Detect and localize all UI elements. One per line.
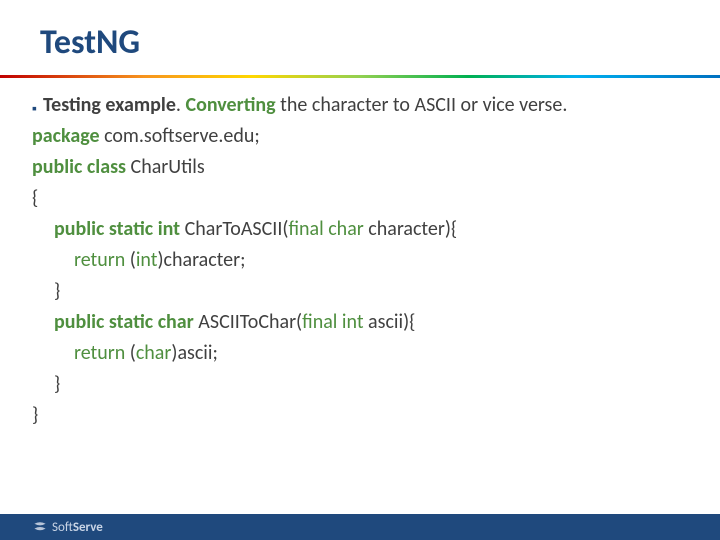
return-1-b: )character; [157,248,245,272]
code-line-10: } [32,400,680,431]
keyword-public-class: public class [32,155,126,179]
return-2-b: )ascii; [171,341,217,365]
code-line-4: public static int CharToASCII(final char… [32,214,680,245]
bullet-line: ▪ Testing example. Converting the charac… [32,90,680,121]
bullet-label: Testing example [43,93,176,117]
cast-int: int [136,248,158,272]
package-name: com.softserve.edu; [100,124,260,148]
cast-char: char [136,341,172,365]
class-name: CharUtils [126,155,205,179]
bullet-rest: the character to ASCII or vice verse. [276,93,568,117]
param-2-rest: ascii){ [364,310,416,334]
code-line-8: return (char)ascii; [32,338,680,369]
method-2-name: ASCIIToChar( [194,310,302,334]
param-kw-1: final char [288,217,363,241]
bullet-action: Converting [185,93,275,117]
param-kw-2: final int [302,310,363,334]
code-line-9: } [32,369,680,400]
slide-content: ▪ Testing example. Converting the charac… [0,78,720,431]
logo-text-serve: Serve [73,520,103,535]
return-1-a: ( [125,248,136,272]
keyword-return-2: return [74,341,125,365]
logo-text-soft: Soft [52,520,73,535]
method-1-name: CharToASCII( [180,217,288,241]
code-line-7: public static char ASCIIToChar(final int… [32,307,680,338]
code-line-3: { [32,183,680,214]
keyword-method-2: public static char [54,310,194,334]
code-line-2: public class CharUtils [32,152,680,183]
code-line-1: package com.softserve.edu; [32,121,680,152]
keyword-return-1: return [74,248,125,272]
footer-bar: SoftServe [0,514,720,540]
softserve-icon [32,519,48,535]
softserve-logo: SoftServe [32,519,103,535]
bullet-icon: ▪ [32,90,37,120]
return-2-a: ( [125,341,136,365]
keyword-package: package [32,124,100,148]
code-line-6: } [32,276,680,307]
param-1-rest: character){ [364,217,457,241]
slide-title: TestNG [0,0,720,75]
bullet-text: Testing example. Converting the characte… [43,90,680,121]
keyword-method-1: public static int [54,217,180,241]
code-line-5: return (int)character; [32,245,680,276]
